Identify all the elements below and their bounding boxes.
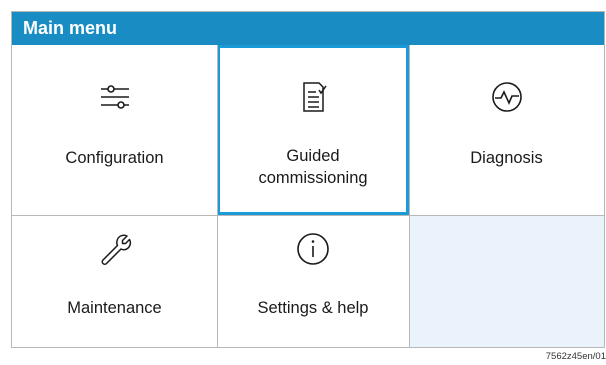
tile-label-guided-commissioning: Guided commissioning: [220, 145, 406, 189]
tile-label-maintenance: Maintenance: [67, 299, 162, 317]
tile-guided-commissioning[interactable]: Guided commissioning: [217, 45, 409, 215]
grid-divider-horizontal: [12, 215, 604, 216]
tile-diagnosis[interactable]: Diagnosis: [409, 45, 604, 215]
tile-empty: [409, 215, 604, 347]
menu-grid: Configuration Guided commissioning Diagn…: [12, 45, 604, 347]
tile-label-diagnosis: Diagnosis: [470, 149, 543, 167]
figure-id: 7562z45en/01: [545, 351, 606, 362]
title-bar: Main menu: [12, 12, 604, 45]
grid-divider-vertical-1: [217, 45, 218, 347]
tile-maintenance[interactable]: Maintenance: [12, 215, 217, 347]
grid-divider-vertical-2: [409, 45, 410, 347]
tile-settings-help[interactable]: Settings & help: [217, 215, 409, 347]
sliders-icon: [97, 79, 133, 115]
window-title: Main menu: [23, 18, 118, 38]
tile-configuration[interactable]: Configuration: [12, 45, 217, 215]
checklist-icon: [295, 79, 331, 115]
info-icon: [295, 231, 331, 267]
main-menu-screen: SIEMENS Main menu Configuration: [11, 11, 605, 348]
tile-label-line-2: commissioning: [258, 169, 368, 187]
tile-label-settings-help: Settings & help: [257, 299, 369, 317]
tile-label-line-1: Guided: [286, 147, 340, 165]
pulse-icon: [489, 79, 525, 115]
tile-label-configuration: Configuration: [65, 149, 164, 167]
wrench-icon: [97, 231, 133, 267]
